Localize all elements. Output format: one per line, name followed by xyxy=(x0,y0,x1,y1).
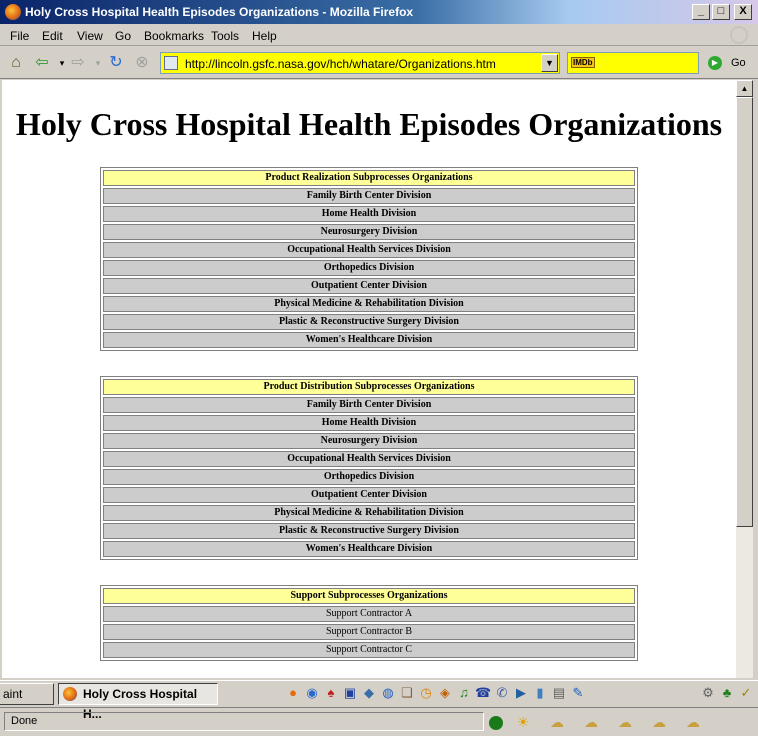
window-title: Holy Cross Hospital Health Episodes Orga… xyxy=(25,5,414,19)
forward-dropdown-icon[interactable]: ▾ xyxy=(88,53,108,73)
table-row: Home Health Division xyxy=(103,206,635,222)
cloud-icon: ☁ xyxy=(618,714,632,730)
table-row: Support Contractor B xyxy=(103,624,635,640)
menu-help[interactable]: Help xyxy=(252,29,277,43)
system-tray: ⚙ ♣ ✓ xyxy=(700,684,754,702)
menu-view[interactable]: View xyxy=(77,29,103,43)
table-row: Plastic & Reconstructive Surgery Divisio… xyxy=(103,314,635,330)
scroll-up-icon[interactable]: ▲ xyxy=(736,80,753,97)
chat-icon[interactable]: ✆ xyxy=(494,684,510,702)
network-icon[interactable]: ◉ xyxy=(304,684,320,702)
table-row: Support Contractor A xyxy=(103,606,635,622)
app-icon[interactable]: ▣ xyxy=(342,684,358,702)
quick-launch: ● ◉ ♠ ▣ ◆ ◍ ❏ ◷ ◈ ♫ ☎ ✆ ▶ ▮ ▤ ✎ xyxy=(285,684,586,702)
menu-bar: File Edit View Go Bookmarks Tools Help xyxy=(0,24,758,46)
back-icon[interactable]: ⇦ xyxy=(32,53,52,73)
table-product-realization: Product Realization Subprocesses Organiz… xyxy=(100,167,638,351)
navigation-toolbar: ⌂ ⇦ ▾ ⇨ ▾ ↻ ⊗ http://lincoln.gsfc.nasa.g… xyxy=(0,47,758,79)
menu-bookmarks[interactable]: Bookmarks xyxy=(144,29,204,43)
table-support: Support Subprocesses Organizations Suppo… xyxy=(100,585,638,661)
menu-edit[interactable]: Edit xyxy=(42,29,63,43)
go-icon[interactable]: ▶ xyxy=(708,56,722,70)
device-icon[interactable]: ▮ xyxy=(532,684,548,702)
taskbar-item-paint[interactable]: aint xyxy=(0,683,54,705)
firefox-icon xyxy=(63,687,77,701)
vertical-scrollbar[interactable]: ▲ xyxy=(736,80,753,678)
status-indicator-icon xyxy=(488,712,504,732)
stop-icon[interactable]: ⊗ xyxy=(132,53,152,73)
maximize-button[interactable]: □ xyxy=(712,4,730,20)
play-icon[interactable]: ▶ xyxy=(513,684,529,702)
search-input[interactable]: IMDb xyxy=(567,52,699,74)
firefox-icon xyxy=(5,4,21,20)
firefox-icon[interactable]: ● xyxy=(285,684,301,702)
globe-icon[interactable]: ◍ xyxy=(380,684,396,702)
site-icon xyxy=(164,56,178,70)
table-row: Plastic & Reconstructive Surgery Divisio… xyxy=(103,523,635,539)
tray-app-icon[interactable]: ♣ xyxy=(719,684,735,702)
title-bar: Holy Cross Hospital Health Episodes Orga… xyxy=(0,0,758,24)
book-icon[interactable]: ❏ xyxy=(399,684,415,702)
status-icons: ☀ ☁ ☁ ☁ ☁ ☁ xyxy=(488,712,708,732)
forward-icon[interactable]: ⇨ xyxy=(68,53,88,73)
taskbar-item-firefox[interactable]: Holy Cross Hospital H... xyxy=(58,683,218,721)
url-dropdown-icon[interactable]: ▼ xyxy=(541,54,558,72)
menu-file[interactable]: File xyxy=(10,29,29,43)
document-icon[interactable]: ▤ xyxy=(551,684,567,702)
table-header: Support Subprocesses Organizations xyxy=(103,588,635,604)
cloud-icon: ☁ xyxy=(686,714,700,730)
explorer-icon[interactable]: ◆ xyxy=(361,684,377,702)
table-row: Support Contractor C xyxy=(103,642,635,658)
home-icon[interactable]: ⌂ xyxy=(6,53,26,73)
music-icon[interactable]: ♫ xyxy=(456,684,472,702)
security-icon[interactable]: ♠ xyxy=(323,684,339,702)
window-controls: _ □ X xyxy=(692,4,752,20)
clock-icon[interactable]: ◷ xyxy=(418,684,434,702)
search-engine-icon[interactable]: IMDb xyxy=(571,57,595,68)
taskbar: aint Holy Cross Hospital H... ● ◉ ♠ ▣ ◆ … xyxy=(0,680,758,721)
table-row: Women's Healthcare Division xyxy=(103,541,635,557)
tray-tool-icon[interactable]: ✓ xyxy=(738,684,754,702)
tag-icon[interactable]: ◈ xyxy=(437,684,453,702)
table-row: Physical Medicine & Rehabilitation Divis… xyxy=(103,296,635,312)
url-text: http://lincoln.gsfc.nasa.gov/hch/whatare… xyxy=(185,57,496,71)
go-button[interactable]: Go xyxy=(731,57,746,69)
minimize-button[interactable]: _ xyxy=(692,4,710,20)
table-row: Orthopedics Division xyxy=(103,469,635,485)
table-row: Physical Medicine & Rehabilitation Divis… xyxy=(103,505,635,521)
table-row: Neurosurgery Division xyxy=(103,224,635,240)
phone-icon[interactable]: ☎ xyxy=(475,684,491,702)
status-bar: Done ☀ ☁ ☁ ☁ ☁ ☁ xyxy=(0,707,758,736)
page-viewport: Holy Cross Hospital Health Episodes Orga… xyxy=(2,80,736,678)
sun-icon: ☀ xyxy=(516,714,530,730)
menu-go[interactable]: Go xyxy=(115,29,131,43)
cloud-icon: ☁ xyxy=(550,714,564,730)
table-header: Product Distribution Subprocesses Organi… xyxy=(103,379,635,395)
table-row: Occupational Health Services Division xyxy=(103,451,635,467)
close-button[interactable]: X xyxy=(734,4,752,20)
settings-icon[interactable]: ⚙ xyxy=(700,684,716,702)
table-row: Family Birth Center Division xyxy=(103,188,635,204)
status-text: Done xyxy=(4,712,484,731)
menu-tools[interactable]: Tools xyxy=(211,29,239,43)
page-title: Holy Cross Hospital Health Episodes Orga… xyxy=(15,106,723,142)
editor-icon[interactable]: ✎ xyxy=(570,684,586,702)
table-row: Occupational Health Services Division xyxy=(103,242,635,258)
throbber-icon xyxy=(730,26,748,44)
table-header: Product Realization Subprocesses Organiz… xyxy=(103,170,635,186)
table-row: Women's Healthcare Division xyxy=(103,332,635,348)
table-product-distribution: Product Distribution Subprocesses Organi… xyxy=(100,376,638,560)
cloud-icon: ☁ xyxy=(584,714,598,730)
reload-icon[interactable]: ↻ xyxy=(106,53,126,73)
cloud-icon: ☁ xyxy=(652,714,666,730)
table-row: Neurosurgery Division xyxy=(103,433,635,449)
table-row: Home Health Division xyxy=(103,415,635,431)
scroll-thumb[interactable] xyxy=(736,97,753,527)
table-row: Family Birth Center Division xyxy=(103,397,635,413)
table-row: Outpatient Center Division xyxy=(103,278,635,294)
table-row: Outpatient Center Division xyxy=(103,487,635,503)
table-row: Orthopedics Division xyxy=(103,260,635,276)
url-bar[interactable]: http://lincoln.gsfc.nasa.gov/hch/whatare… xyxy=(160,52,560,74)
